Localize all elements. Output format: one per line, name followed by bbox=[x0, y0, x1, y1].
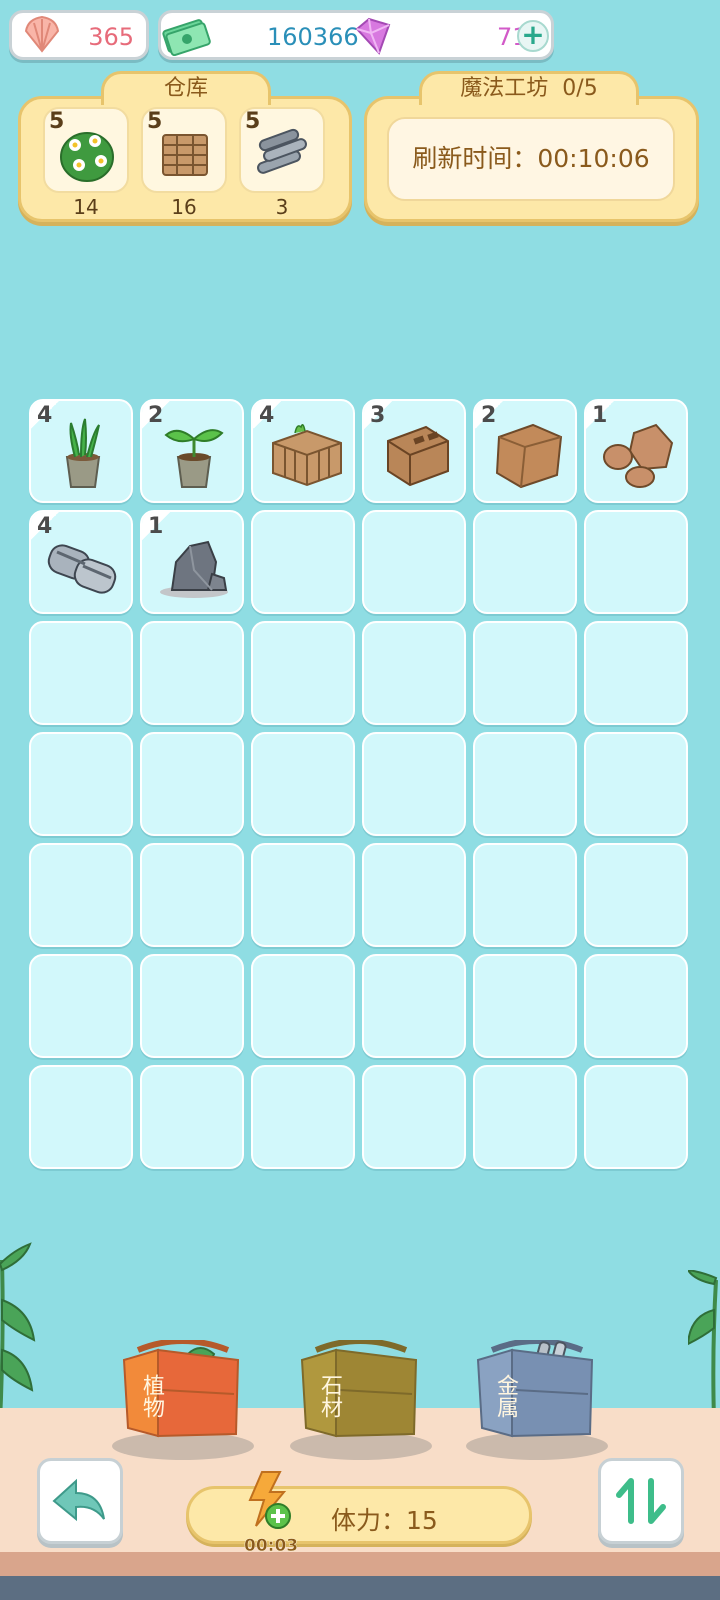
stone-crate-button[interactable]: 石材 bbox=[290, 1340, 432, 1460]
grid-cell-empty[interactable] bbox=[362, 621, 466, 725]
grid-cell[interactable]: 1 bbox=[584, 399, 688, 503]
grid-cell-empty[interactable] bbox=[251, 954, 355, 1058]
grid-cell[interactable]: 4 bbox=[251, 399, 355, 503]
warehouse-slot[interactable]: 5 bbox=[239, 107, 325, 193]
rocks-icon bbox=[603, 423, 674, 488]
grass-pot-icon bbox=[65, 418, 101, 488]
cash-icon bbox=[162, 19, 211, 57]
grid-cell-empty[interactable] bbox=[251, 843, 355, 947]
grid-cell-empty[interactable] bbox=[473, 954, 577, 1058]
grid-cell-empty[interactable] bbox=[362, 954, 466, 1058]
shell-icon bbox=[24, 15, 60, 53]
gem-icon bbox=[355, 17, 391, 55]
floor bbox=[0, 1576, 720, 1600]
grid-cell-empty[interactable] bbox=[584, 954, 688, 1058]
metal-crate-button[interactable]: 金属 bbox=[466, 1340, 608, 1460]
grid-cell-empty[interactable] bbox=[29, 843, 133, 947]
lightning-add-icon[interactable] bbox=[240, 1470, 296, 1532]
grid-cell[interactable]: 4 bbox=[29, 399, 133, 503]
grid-cell-empty[interactable] bbox=[584, 621, 688, 725]
plant-decoration-icon bbox=[0, 1242, 36, 1420]
metal-coils-icon bbox=[47, 544, 117, 594]
grid-cell-empty[interactable] bbox=[140, 621, 244, 725]
grid-cell-empty[interactable] bbox=[584, 843, 688, 947]
sort-button[interactable] bbox=[598, 1458, 684, 1544]
refresh-timer: 刷新时间：00:10:06 bbox=[387, 117, 675, 201]
grid-cell-empty[interactable] bbox=[29, 954, 133, 1058]
grid-cell-empty[interactable] bbox=[29, 621, 133, 725]
plant-crate-label: 植物 bbox=[139, 1374, 164, 1418]
warehouse-slot[interactable]: 5 bbox=[141, 107, 227, 193]
plant-decoration-icon bbox=[688, 1270, 718, 1420]
grid-cell[interactable]: 4 bbox=[29, 510, 133, 614]
brick-block-icon bbox=[387, 425, 449, 487]
grid-cell-empty[interactable] bbox=[251, 510, 355, 614]
workshop-title-text: 魔法工坊 bbox=[460, 76, 549, 101]
grid-cell-empty[interactable] bbox=[362, 732, 466, 836]
grid-cell-empty[interactable] bbox=[473, 621, 577, 725]
sort-arrows-icon bbox=[616, 1478, 666, 1524]
stamina-bar: 体力：15 bbox=[186, 1486, 532, 1544]
stamina-timer: 00:03 bbox=[244, 1536, 299, 1557]
add-currency-button[interactable]: + bbox=[517, 20, 549, 52]
grid-cell[interactable]: 2 bbox=[140, 399, 244, 503]
grid-cell-empty[interactable] bbox=[251, 732, 355, 836]
grid-cell-empty[interactable] bbox=[251, 621, 355, 725]
stone-block-icon bbox=[495, 423, 563, 489]
grid-cell-empty[interactable] bbox=[584, 510, 688, 614]
item-count: 14 bbox=[73, 195, 99, 219]
merge-grid: 4 2 4 3 2 1 4 1 bbox=[29, 399, 688, 1169]
back-arrow-icon bbox=[52, 1478, 105, 1522]
grid-cell[interactable]: 3 bbox=[362, 399, 466, 503]
grid-cell-empty[interactable] bbox=[362, 1065, 466, 1169]
grid-cell[interactable]: 1 bbox=[140, 510, 244, 614]
grid-cell-empty[interactable] bbox=[251, 1065, 355, 1169]
item-count: 3 bbox=[275, 195, 289, 219]
grid-cell-empty[interactable] bbox=[473, 732, 577, 836]
brick-bundle-icon bbox=[272, 424, 342, 487]
grid-cell-empty[interactable] bbox=[584, 1065, 688, 1169]
grid-cell-empty[interactable] bbox=[29, 1065, 133, 1169]
stamina-label: 体力：15 bbox=[331, 1506, 438, 1535]
shell-currency-pill: 365 bbox=[9, 10, 149, 60]
back-button[interactable] bbox=[37, 1458, 123, 1544]
grid-cell-empty[interactable] bbox=[473, 510, 577, 614]
metal-pipes-icon bbox=[257, 128, 307, 174]
sprout-pot-icon bbox=[164, 429, 224, 488]
money-currency-pill: 160366 71 + bbox=[158, 10, 554, 60]
item-count: 16 bbox=[171, 195, 197, 219]
metal-crate-label: 金属 bbox=[493, 1374, 518, 1418]
warehouse-slot[interactable]: 5 bbox=[43, 107, 129, 193]
grid-cell-empty[interactable] bbox=[473, 843, 577, 947]
grid-cell-empty[interactable] bbox=[140, 1065, 244, 1169]
warehouse-title: 仓库 bbox=[101, 71, 271, 105]
grid-cell-empty[interactable] bbox=[473, 1065, 577, 1169]
grid-cell-empty[interactable] bbox=[362, 843, 466, 947]
grid-cell-empty[interactable] bbox=[584, 732, 688, 836]
magic-workshop-panel[interactable]: 魔法工坊 0/5 刷新时间：00:10:06 bbox=[364, 71, 699, 222]
money-count: 160366 bbox=[267, 23, 359, 51]
grid-cell[interactable]: 2 bbox=[473, 399, 577, 503]
shell-count: 365 bbox=[88, 23, 134, 51]
plus-icon: + bbox=[521, 18, 545, 51]
grid-cell-empty[interactable] bbox=[140, 843, 244, 947]
grid-cell-empty[interactable] bbox=[140, 732, 244, 836]
grid-cell-empty[interactable] bbox=[140, 954, 244, 1058]
warehouse-panel: 仓库 5 14 5 16 5 3 bbox=[18, 71, 352, 222]
grey-rock-icon bbox=[160, 540, 228, 598]
brick-stack-icon bbox=[162, 134, 208, 176]
grid-cell-empty[interactable] bbox=[362, 510, 466, 614]
table-edge bbox=[0, 1552, 720, 1576]
stone-crate-label: 石材 bbox=[317, 1374, 342, 1418]
workshop-capacity: 0/5 bbox=[562, 76, 598, 101]
plant-crate-button[interactable]: 植物 bbox=[112, 1340, 254, 1460]
grid-cell-empty[interactable] bbox=[29, 732, 133, 836]
flower-bush-icon bbox=[60, 132, 114, 182]
workshop-title: 魔法工坊 0/5 bbox=[419, 71, 639, 105]
